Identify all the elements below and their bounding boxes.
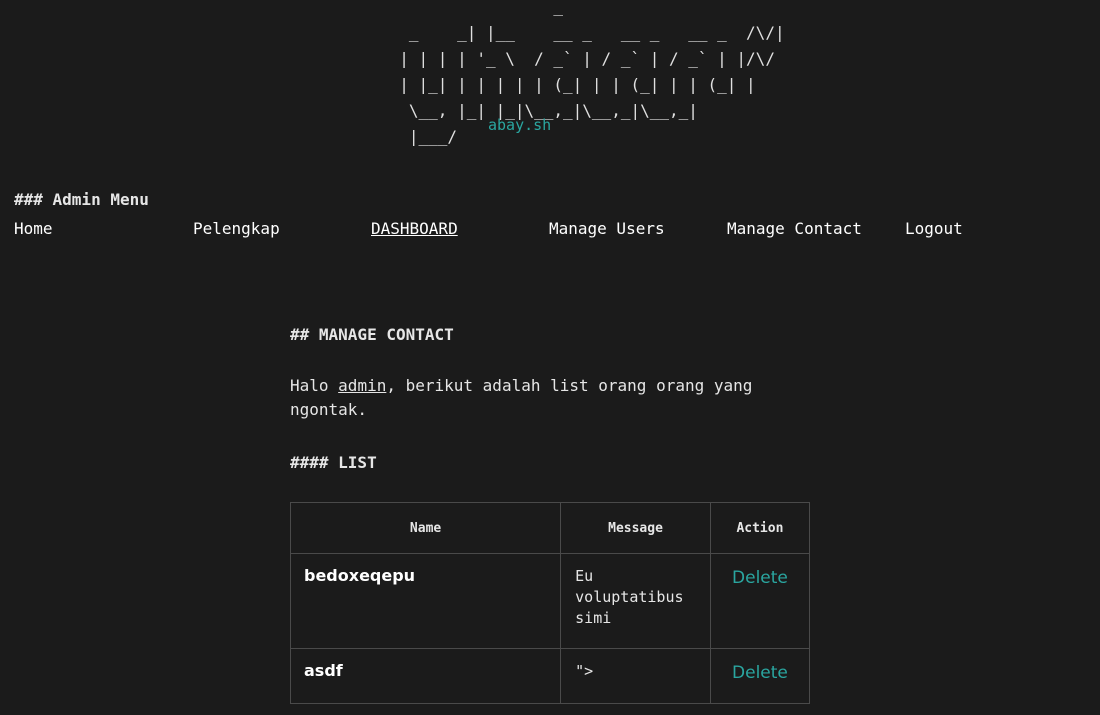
table-row: bedoxeqepu Eu voluptatibus simi Delete — [289, 553, 811, 649]
action-cell: Delete — [709, 553, 811, 649]
list-heading: #### LIST — [290, 453, 377, 472]
greeting-prefix: Halo — [290, 376, 339, 395]
contact-table: Name Message Action bedoxeqepu Eu volupt… — [289, 502, 811, 704]
page: _ _ _| |__ __ _ __ _ __ _ /\/| | | | | '… — [0, 0, 1100, 715]
column-header-message: Message — [560, 502, 711, 554]
admin-menu-heading: ### Admin Menu — [14, 190, 149, 209]
nav-pelengkap-link[interactable]: Pelengkap — [193, 219, 280, 238]
admin-nav: Home Pelengkap DASHBOARD Manage Users Ma… — [0, 219, 1100, 243]
site-logo: _ _ _| |__ __ _ __ _ __ _ /\/| | | | | '… — [399, 0, 785, 146]
greeting-text: Halo admin, berikut adalah list orang or… — [290, 374, 790, 422]
nav-manage-users-link[interactable]: Manage Users — [549, 219, 665, 238]
table-header-row: Name Message Action — [289, 502, 811, 554]
nav-dashboard-link[interactable]: DASHBOARD — [371, 219, 458, 238]
username-link[interactable]: admin — [338, 376, 386, 395]
contact-message-cell: Eu voluptatibus simi — [560, 553, 711, 649]
contact-message-cell: "> — [560, 648, 711, 704]
delete-link[interactable]: Delete — [732, 568, 788, 588]
nav-manage-contact-link[interactable]: Manage Contact — [727, 219, 862, 238]
page-title: ## MANAGE CONTACT — [290, 325, 454, 344]
contact-name-cell: bedoxeqepu — [289, 553, 562, 649]
site-name-link[interactable]: abay.sh — [488, 116, 551, 134]
action-cell: Delete — [709, 648, 811, 704]
nav-logout-link[interactable]: Logout — [905, 219, 963, 238]
contact-name-cell: asdf — [289, 648, 562, 704]
delete-link[interactable]: Delete — [732, 663, 788, 683]
main-content: ## MANAGE CONTACT Halo admin, berikut ad… — [289, 322, 811, 704]
column-header-name: Name — [289, 502, 562, 554]
nav-home-link[interactable]: Home — [14, 219, 53, 238]
table-row: asdf "> Delete — [289, 648, 811, 704]
column-header-action: Action — [709, 502, 811, 554]
